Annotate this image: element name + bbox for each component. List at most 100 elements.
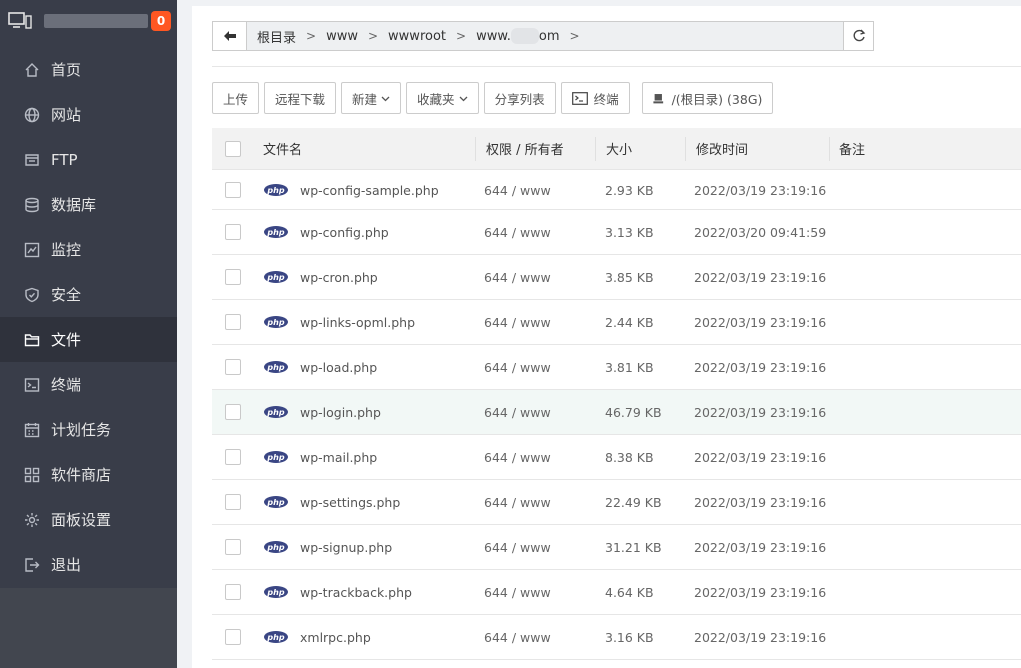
share-list-button[interactable]: 分享列表 bbox=[483, 82, 556, 114]
table-row[interactable]: php xmlrpc.php 644 / www 3.16 KB 2022/03/19 … bbox=[212, 615, 1021, 660]
file-name-cell[interactable]: php wp-config-sample.php bbox=[262, 183, 475, 198]
row-checkbox[interactable] bbox=[225, 182, 241, 198]
sidebar-item-monitor-chart[interactable]: 监控 bbox=[0, 227, 177, 272]
disk-icon bbox=[653, 93, 663, 103]
permission-cell[interactable]: 644 / www bbox=[475, 360, 595, 375]
breadcrumb-wwwroot[interactable]: wwwroot > bbox=[388, 29, 476, 44]
row-checkbox[interactable] bbox=[225, 449, 241, 465]
permission-cell[interactable]: 644 / www bbox=[475, 270, 595, 285]
file-name[interactable]: wp-load.php bbox=[300, 360, 377, 375]
row-checkbox[interactable] bbox=[225, 494, 241, 510]
header-note[interactable]: 备注 bbox=[829, 136, 1021, 161]
table-row[interactable]: php wp-mail.php 644 / www 8.38 KB 2022/03/19… bbox=[212, 435, 1021, 480]
breadcrumb-root[interactable]: 根目录 > bbox=[257, 27, 326, 46]
file-name-cell[interactable]: php wp-mail.php bbox=[262, 450, 475, 465]
sidebar-item-gear[interactable]: 面板设置 bbox=[0, 497, 177, 542]
file-name-cell[interactable]: php wp-signup.php bbox=[262, 540, 475, 555]
table-row[interactable]: php wp-cron.php 644 / www 3.85 KB 2022/03/19… bbox=[212, 255, 1021, 300]
table-row[interactable]: php wp-load.php 644 / www 3.81 KB 2022/03/19… bbox=[212, 345, 1021, 390]
disk-button[interactable]: /(根目录) (38G) bbox=[641, 82, 774, 114]
sidebar-item-label: 数据库 bbox=[51, 196, 97, 214]
refresh-button[interactable] bbox=[843, 22, 873, 50]
sidebar-item-shield[interactable]: 安全 bbox=[0, 272, 177, 317]
row-checkbox[interactable] bbox=[225, 584, 241, 600]
table-row[interactable]: php wp-signup.php 644 / www 31.21 KB 2022/03… bbox=[212, 525, 1021, 570]
back-button[interactable] bbox=[213, 22, 247, 50]
select-all-checkbox[interactable] bbox=[225, 140, 241, 157]
calendar-icon bbox=[24, 422, 40, 438]
file-name[interactable]: wp-links-opml.php bbox=[300, 315, 415, 330]
file-name-cell[interactable]: php wp-trackback.php bbox=[262, 585, 475, 600]
sidebar-item-apps-grid[interactable]: 软件商店 bbox=[0, 452, 177, 497]
sidebar-item-terminal[interactable]: 终端 bbox=[0, 362, 177, 407]
permission-cell[interactable]: 644 / www bbox=[475, 315, 595, 330]
row-checkbox-cell bbox=[212, 629, 262, 645]
sidebar-item-logout[interactable]: 退出 bbox=[0, 542, 177, 587]
permission-cell[interactable]: 644 / www bbox=[475, 183, 595, 198]
row-checkbox[interactable] bbox=[225, 314, 241, 330]
sidebar-item-database[interactable]: 数据库 bbox=[0, 182, 177, 227]
file-name[interactable]: wp-login.php bbox=[300, 405, 381, 420]
table-row[interactable]: php wp-settings.php 644 / www 22.49 KB 2022/… bbox=[212, 480, 1021, 525]
divider bbox=[212, 66, 1021, 67]
header-permission[interactable]: 权限 / 所有者 bbox=[475, 136, 595, 161]
file-name[interactable]: wp-signup.php bbox=[300, 540, 392, 555]
file-name-cell[interactable]: php wp-cron.php bbox=[262, 270, 475, 285]
row-checkbox[interactable] bbox=[225, 629, 241, 645]
sidebar-item-label: 安全 bbox=[51, 286, 82, 304]
row-checkbox[interactable] bbox=[225, 269, 241, 285]
favorites-dropdown-button[interactable]: 收藏夹 bbox=[406, 82, 479, 114]
table-row[interactable]: php wp-config.php 644 / www 3.13 KB 2022/03/… bbox=[212, 210, 1021, 255]
file-name-cell[interactable]: php wp-config.php bbox=[262, 225, 475, 240]
permission-cell[interactable]: 644 / www bbox=[475, 405, 595, 420]
permission-cell[interactable]: 644 / www bbox=[475, 450, 595, 465]
sidebar-item-ftp[interactable]: FTP bbox=[0, 137, 177, 182]
size-cell: 3.13 KB bbox=[605, 224, 654, 240]
permission-cell[interactable]: 644 / www bbox=[475, 225, 595, 240]
table-row[interactable]: php wp-config-sample.php 644 / www 2.93 KB 2… bbox=[212, 171, 1021, 210]
row-checkbox[interactable] bbox=[225, 359, 241, 375]
table-row[interactable]: php wp-links-opml.php 644 / www 2.44 KB 2022… bbox=[212, 300, 1021, 345]
sidebar-item-label: 计划任务 bbox=[51, 421, 112, 439]
sidebar-item-calendar[interactable]: 计划任务 bbox=[0, 407, 177, 452]
row-checkbox[interactable] bbox=[225, 224, 241, 240]
upload-button[interactable]: 上传 bbox=[212, 82, 260, 114]
breadcrumb-www[interactable]: www > bbox=[326, 29, 388, 44]
row-checkbox-cell bbox=[212, 182, 262, 198]
file-name[interactable]: wp-settings.php bbox=[300, 495, 400, 510]
modified-time-cell: 2022/03/20 09:41:59 bbox=[694, 224, 827, 240]
new-dropdown-button[interactable]: 新建 bbox=[341, 82, 402, 114]
file-name[interactable]: wp-config-sample.php bbox=[300, 183, 439, 198]
size-cell: 8.38 KB bbox=[605, 449, 654, 465]
file-name[interactable]: wp-cron.php bbox=[300, 270, 378, 285]
file-name-cell[interactable]: php wp-settings.php bbox=[262, 495, 475, 510]
file-name-cell[interactable]: php wp-links-opml.php bbox=[262, 315, 475, 330]
terminal-button[interactable]: 终端 bbox=[560, 82, 630, 114]
permission-cell[interactable]: 644 / www bbox=[475, 540, 595, 555]
permission-cell[interactable]: 644 / www bbox=[475, 495, 595, 510]
remote-download-button[interactable]: 远程下载 bbox=[264, 82, 337, 114]
sidebar-item-home[interactable]: 首页 bbox=[0, 47, 177, 92]
header-modified-time[interactable]: 修改时间 bbox=[685, 136, 829, 161]
file-name-cell[interactable]: php xmlrpc.php bbox=[262, 630, 475, 645]
file-name-cell[interactable]: php wp-login.php bbox=[262, 405, 475, 420]
permission-cell[interactable]: 644 / www bbox=[475, 585, 595, 600]
row-checkbox[interactable] bbox=[225, 539, 241, 555]
table-row[interactable]: php wp-login.php 644 / www 46.79 KB 2022/03/… bbox=[212, 390, 1021, 435]
file-name[interactable]: wp-config.php bbox=[300, 225, 389, 240]
row-checkbox[interactable] bbox=[225, 404, 241, 420]
sidebar-item-globe[interactable]: 网站 bbox=[0, 92, 177, 137]
table-row[interactable]: php wp-trackback.php 644 / www 4.64 KB 2022/… bbox=[212, 570, 1021, 615]
header-size[interactable]: 大小 bbox=[595, 136, 685, 161]
permission-cell[interactable]: 644 / www bbox=[475, 630, 595, 645]
sidebar-item-label: 终端 bbox=[51, 376, 82, 394]
header-name[interactable]: 文件名 bbox=[262, 139, 475, 158]
breadcrumb-site[interactable]: www. om > bbox=[476, 28, 590, 44]
file-name-cell[interactable]: php wp-load.php bbox=[262, 360, 475, 375]
file-name[interactable]: wp-mail.php bbox=[300, 450, 377, 465]
notification-badge[interactable]: 0 bbox=[151, 11, 171, 31]
file-name[interactable]: wp-trackback.php bbox=[300, 585, 412, 600]
terminal-label: 终端 bbox=[593, 91, 619, 107]
file-name[interactable]: xmlrpc.php bbox=[300, 630, 371, 645]
sidebar-item-folder[interactable]: 文件 bbox=[0, 317, 177, 362]
